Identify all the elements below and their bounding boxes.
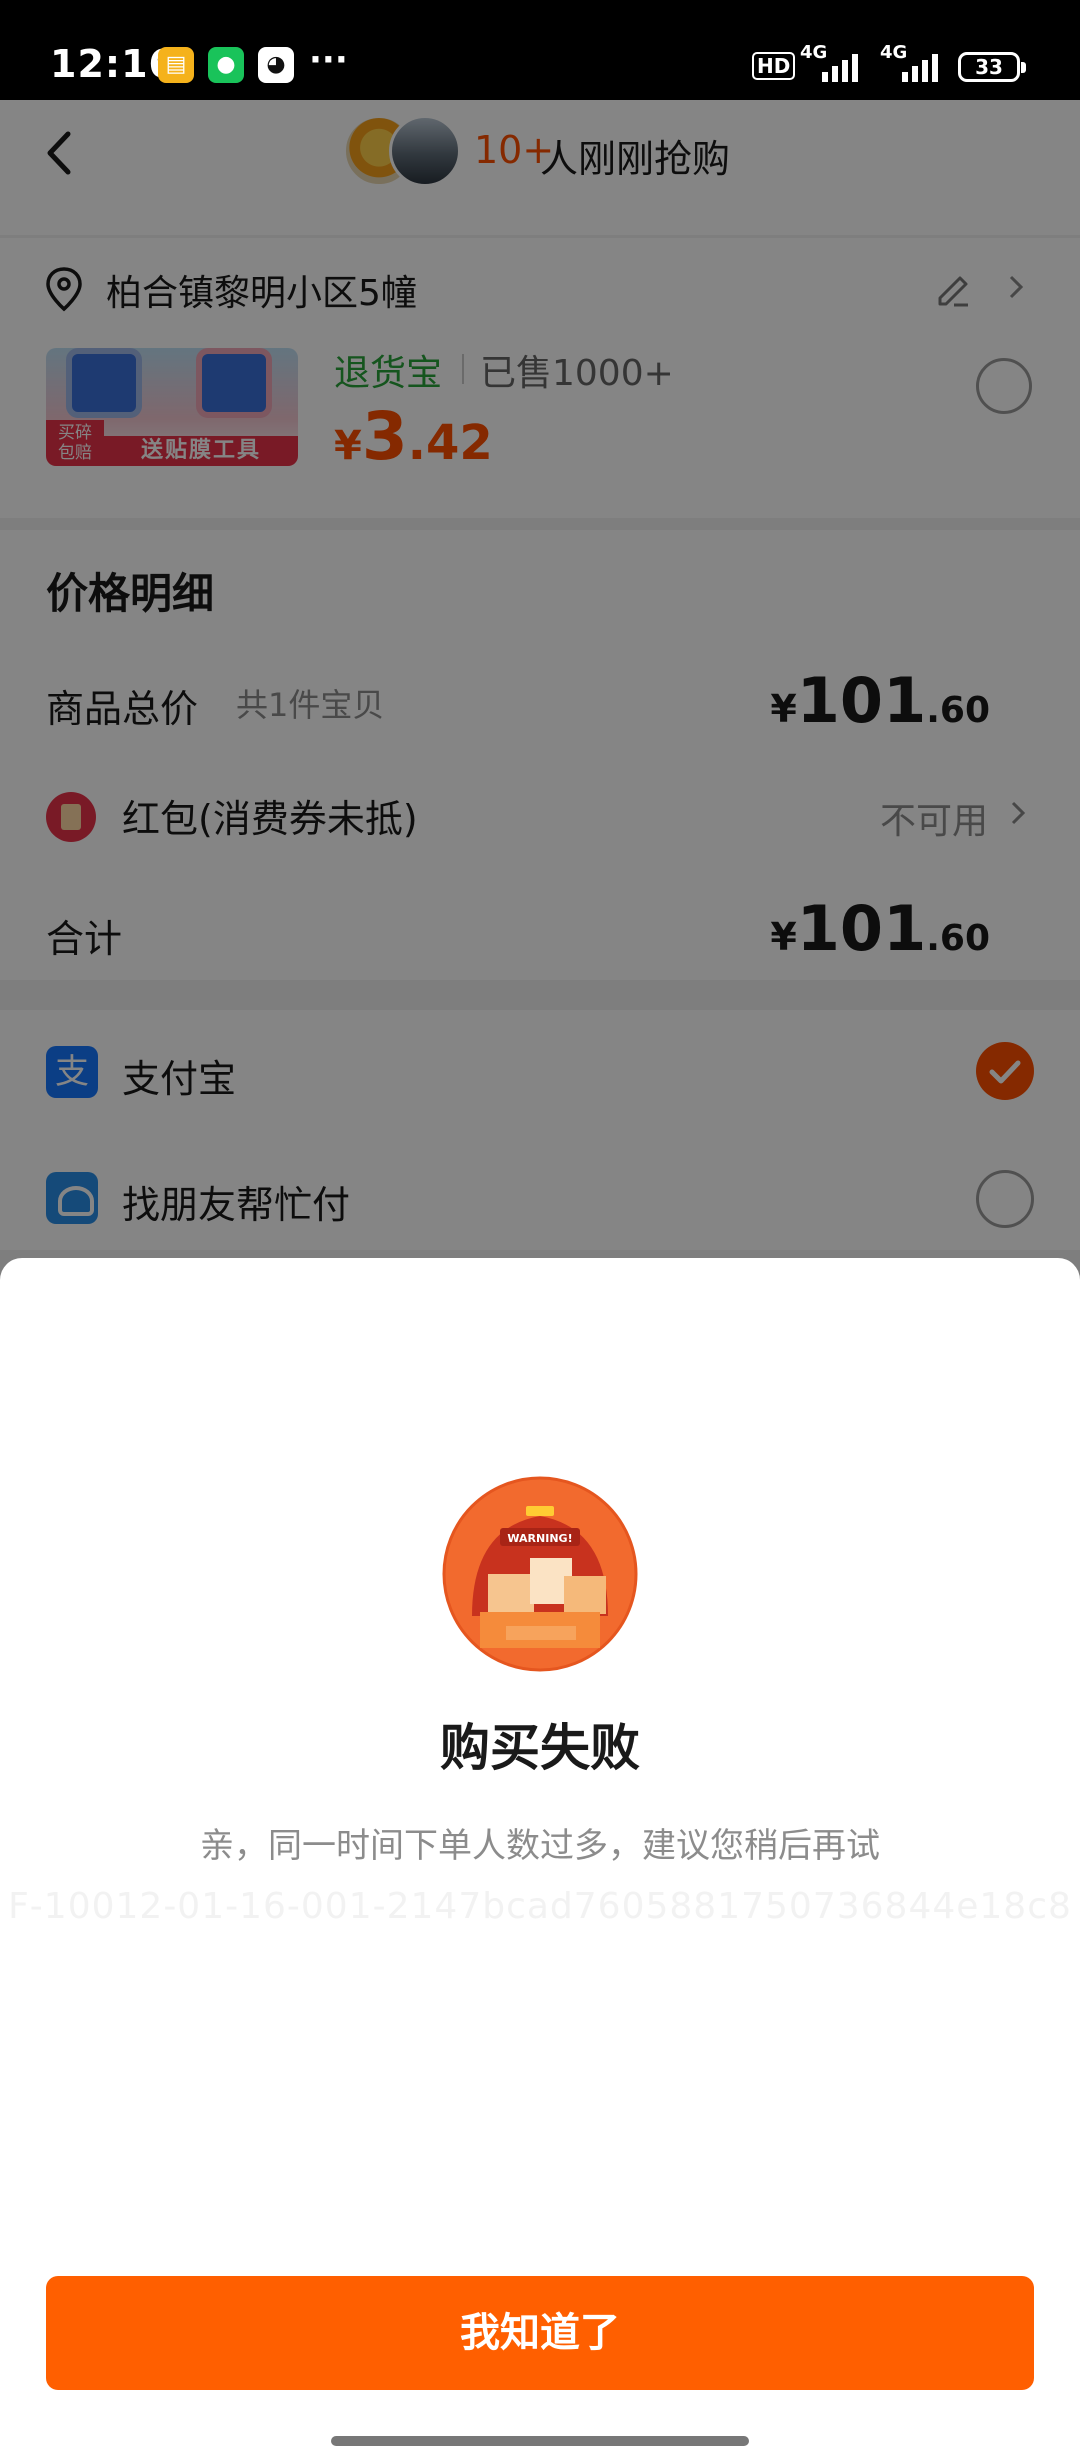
network-type-label: 4G — [880, 42, 908, 63]
qq-icon: ◕ — [258, 47, 294, 83]
status-bar: 12:16 ▤ ● ◕ ··· HD 4G 4G 33 — [0, 0, 1080, 100]
hd-icon: HD — [752, 52, 796, 80]
signal-icon: 4G — [800, 42, 862, 84]
network-type-label: 4G — [800, 42, 828, 63]
wechat-icon: ● — [208, 47, 244, 83]
battery-icon: 33 — [958, 52, 1026, 82]
purchase-failed-sheet: WARNING! 购买失败 亲，同一时间下单人数过多，建议您稍后再试 F-100… — [0, 1258, 1080, 2460]
home-indicator[interactable] — [331, 2436, 749, 2446]
error-trace-id: F-10012-01-16-001-2147bcad76058817507368… — [8, 1886, 1072, 1927]
files-icon: ▤ — [158, 47, 194, 83]
dialog-title: 购买失败 — [440, 1719, 640, 1777]
dialog-message: 亲，同一时间下单人数过多，建议您稍后再试 — [200, 1826, 880, 1866]
failed-illustration-icon: WARNING! — [442, 1476, 638, 1672]
more-notifications-icon: ··· — [309, 40, 348, 80]
svg-text:WARNING!: WARNING! — [507, 1532, 572, 1545]
signal-icon: 4G — [880, 42, 942, 84]
acknowledge-button[interactable]: 我知道了 — [46, 2276, 1034, 2390]
